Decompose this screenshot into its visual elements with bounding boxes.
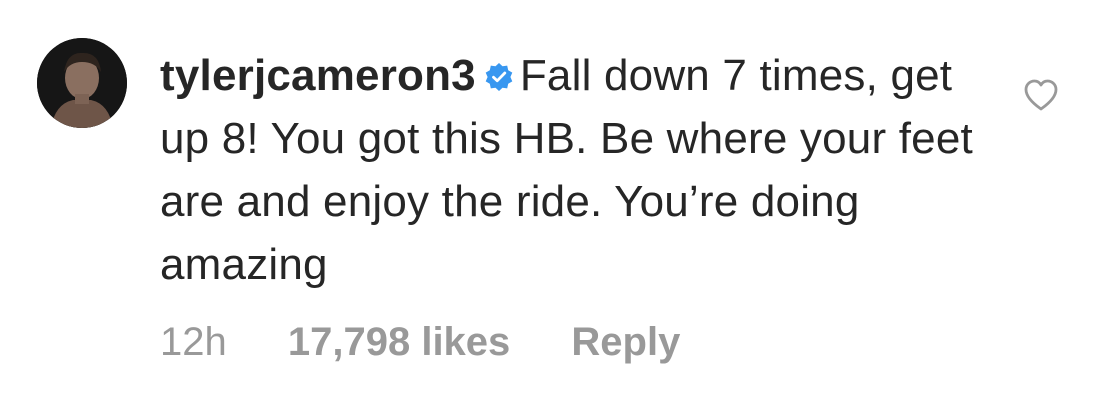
avatar-photo [37,38,127,128]
heart-outline-icon[interactable] [1023,78,1059,112]
likes-count[interactable]: 17,798 likes [288,318,510,366]
comment-item: tylerjcameron3 Fall down 7 times, get up… [0,0,1101,402]
avatar[interactable] [37,38,127,128]
verified-badge-icon [484,62,514,92]
timestamp[interactable]: 12h [160,318,227,366]
reply-button[interactable]: Reply [571,318,680,366]
comment-meta: 12h 17,798 likes Reply [160,318,680,366]
username-link[interactable]: tylerjcameron3 [160,51,476,100]
comment-content: tylerjcameron3 Fall down 7 times, get up… [160,44,980,296]
